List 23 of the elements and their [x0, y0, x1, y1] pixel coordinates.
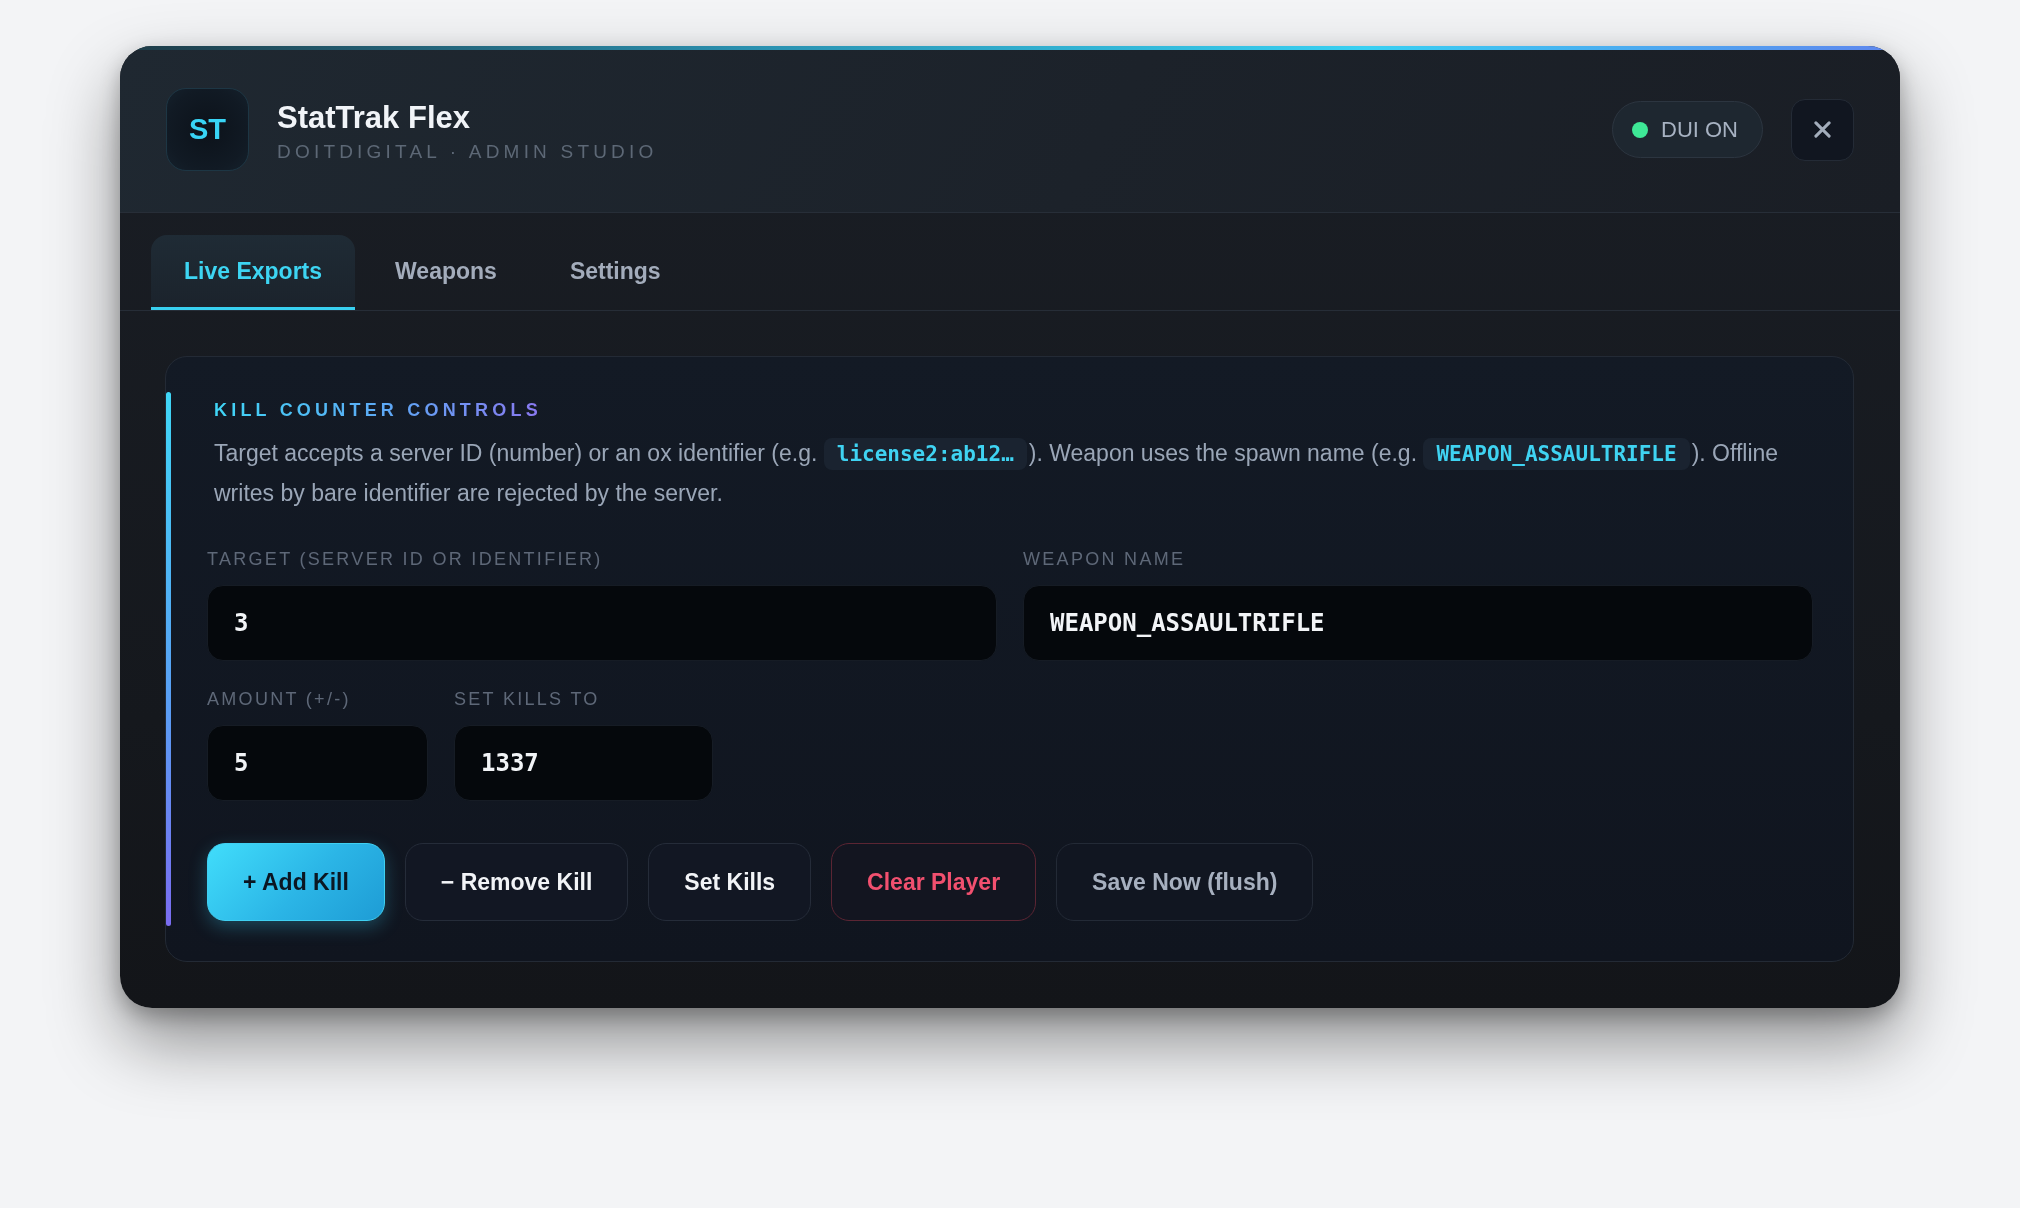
- description-text: Target accepts a server ID (number) or an ox identifier (e.g. license2:ab12… ). Weapon uses the spawn name (e.g. WEAPON_ASSAULTRIFLE ). Offline writes by bare identifier are rejected by the server.: [214, 437, 1780, 508]
- input-field[interactable]: 5: [207, 725, 428, 801]
- tab[interactable]: Live Exports: [151, 235, 356, 310]
- save-button[interactable]: Save Now (flush): [1056, 843, 1314, 921]
- field-label: SET KILLS TO: [454, 688, 601, 710]
- input-field[interactable]: WEAPON_ASSAULTRIFLE: [1023, 585, 1813, 661]
- field-label: WEAPON NAME: [1023, 548, 1187, 570]
- close-button[interactable]: [1791, 98, 1854, 161]
- action-button[interactable]: − Remove Kill: [404, 843, 629, 921]
- tab[interactable]: Weapons: [362, 235, 530, 310]
- input-field[interactable]: 1337: [454, 725, 713, 801]
- clear-button[interactable]: Clear Player: [831, 843, 1037, 921]
- close-icon: [1814, 121, 1831, 138]
- app-title: StatTrak Flex: [277, 98, 471, 137]
- input-field[interactable]: 3: [207, 585, 997, 661]
- field-label: AMOUNT (+/-): [207, 688, 352, 710]
- action-button[interactable]: Set Kills: [648, 843, 812, 921]
- app-logo: ST: [166, 88, 249, 171]
- add-button[interactable]: + Add Kill: [207, 843, 385, 921]
- status-label: DUI ON: [1661, 116, 1738, 143]
- field-label: TARGET (SERVER ID OR IDENTIFIER): [207, 548, 604, 570]
- app-subtitle: DOITDIGITAL · ADMIN STUDIO: [277, 139, 658, 164]
- tab[interactable]: Settings: [536, 235, 694, 310]
